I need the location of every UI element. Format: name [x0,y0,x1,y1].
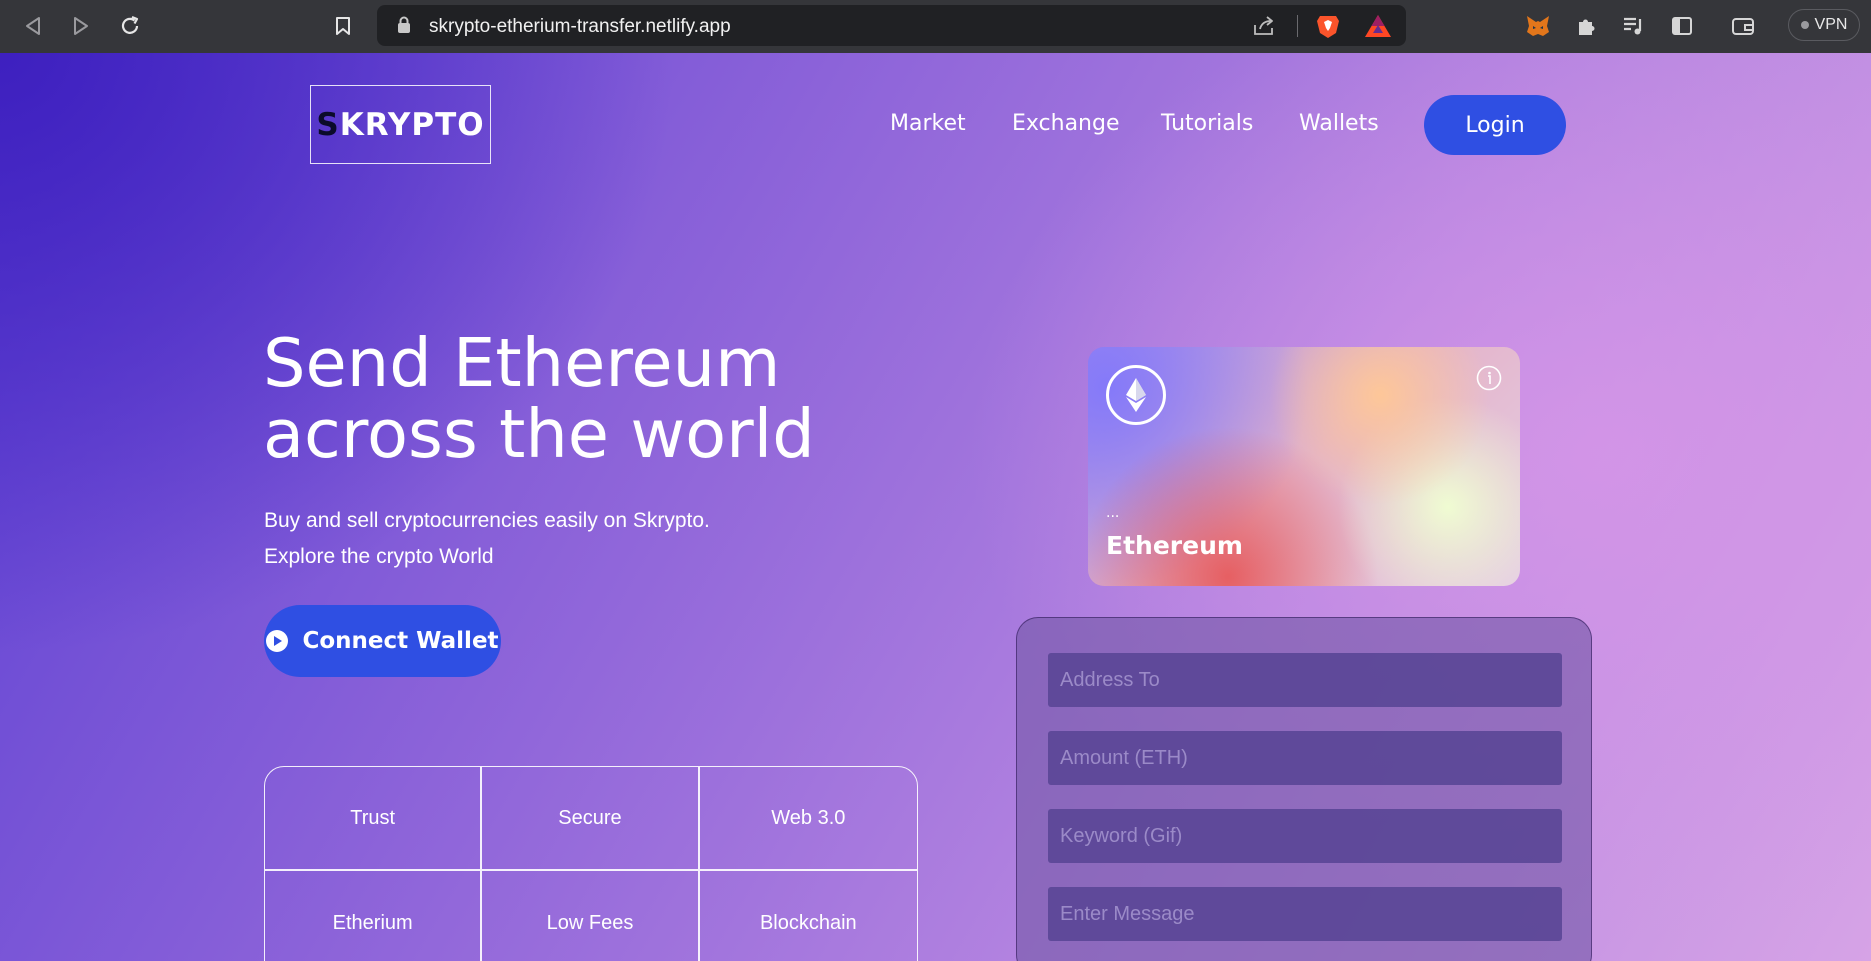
page: SKRYPTO Market Exchange Tutorials Wallet… [0,53,1871,961]
lock-icon [398,16,410,33]
divider [1297,15,1298,37]
url-text[interactable]: skrypto-etherium-transfer.netlify.app [429,16,731,38]
status-dot-icon [1800,21,1809,29]
connect-wallet-button[interactable]: Connect Wallet [264,605,501,677]
address-bar[interactable]: skrypto-etherium-transfer.netlify.app [377,5,1406,46]
bookmark-icon[interactable] [329,12,357,40]
metamask-fox-icon[interactable] [1524,12,1552,40]
transfer-form [1016,617,1592,961]
share-icon[interactable] [1252,15,1276,37]
browser-toolbar: skrypto-etherium-transfer.netlify.app VP… [0,0,1871,53]
nav-tutorials[interactable]: Tutorials [1161,111,1253,136]
brave-shields-icon[interactable] [1315,13,1341,39]
hero-subtitle-line-2: Explore the crypto World [264,545,494,568]
back-icon[interactable] [19,12,47,40]
play-icon [266,630,289,652]
vpn-label: VPN [1814,16,1848,33]
reload-icon[interactable] [116,12,144,40]
logo-text: SKRYPTO [316,106,485,143]
feature-blockchain: Blockchain [700,871,917,961]
feature-web3: Web 3.0 [699,767,917,871]
ethereum-card: ... Ethereum [1088,347,1520,586]
ethereum-label: Ethereum [1106,531,1243,560]
hero-title: Send Ethereum across the world [263,328,815,470]
login-button[interactable]: Login [1424,95,1566,155]
hero-title-line-1: Send Ethereum [263,324,781,402]
nav-market[interactable]: Market [890,111,966,136]
sidebar-icon[interactable] [1668,12,1696,40]
hero-subtitle-line-1: Buy and sell cryptocurrencies easily on … [264,509,710,532]
info-icon[interactable] [1476,365,1502,391]
connect-wallet-label: Connect Wallet [302,628,499,654]
wallet-address: ... [1106,505,1120,521]
feature-etherium: Etherium [265,871,483,961]
keyword-input[interactable] [1048,809,1562,863]
nav-wallets[interactable]: Wallets [1299,111,1379,136]
ethereum-logo-icon [1106,365,1166,425]
hero-title-line-2: across the world [263,395,815,473]
vpn-button[interactable]: VPN [1788,9,1860,41]
message-input[interactable] [1048,887,1562,941]
feature-trust: Trust [265,767,483,871]
address-to-input[interactable] [1048,653,1562,707]
features-grid: Trust Secure Web 3.0 Etherium Low Fees B… [264,766,918,961]
feature-secure: Secure [482,767,700,871]
forward-icon[interactable] [67,12,95,40]
playlist-icon[interactable] [1620,12,1648,40]
wallet-icon[interactable] [1729,12,1757,40]
nav-exchange[interactable]: Exchange [1012,111,1120,136]
hero-subtitle: Buy and sell cryptocurrencies easily on … [264,503,710,575]
extensions-puzzle-icon[interactable] [1572,12,1600,40]
feature-low-fees: Low Fees [482,871,700,961]
brave-rewards-icon[interactable] [1364,13,1392,39]
amount-input[interactable] [1048,731,1562,785]
logo[interactable]: SKRYPTO [310,85,491,164]
